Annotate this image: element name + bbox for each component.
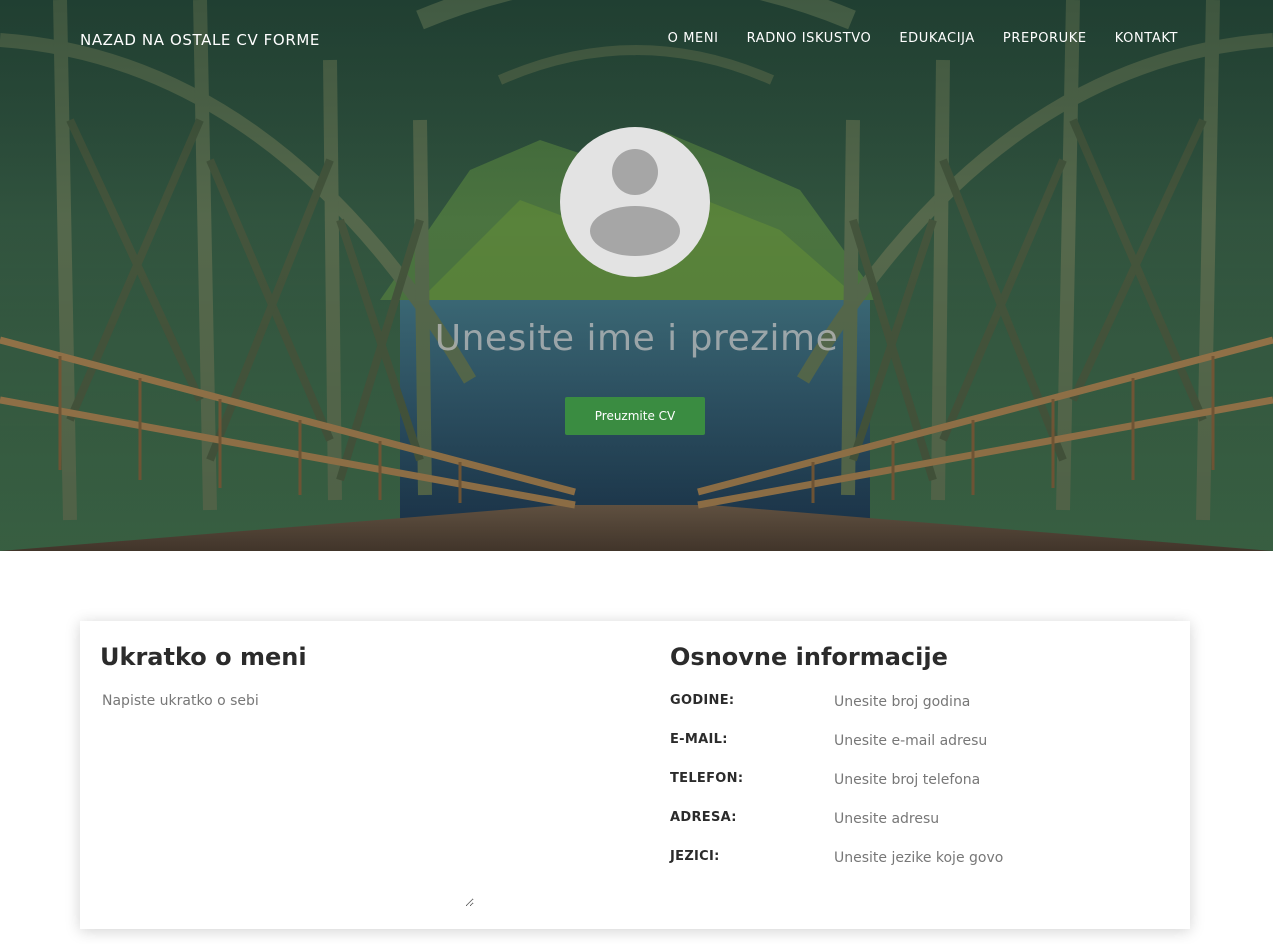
about-info-card: Ukratko o meni Osnovne informacije GODIN… bbox=[80, 621, 1190, 929]
nav-item-o-meni[interactable]: O MENI bbox=[668, 31, 719, 46]
email-input[interactable] bbox=[830, 730, 1008, 752]
hero-section: NAZAD NA OSTALE CV FORME O MENI RADNO IS… bbox=[0, 0, 1273, 551]
nav-item-radno-iskustvo[interactable]: RADNO ISKUSTVO bbox=[747, 31, 872, 46]
top-nav: O MENI RADNO ISKUSTVO EDUKACIJA PREPORUK… bbox=[668, 31, 1178, 46]
languages-input[interactable] bbox=[830, 847, 1008, 869]
nav-item-preporuke[interactable]: PREPORUKE bbox=[1003, 31, 1087, 46]
info-row-address: ADRESA: bbox=[670, 808, 1170, 832]
address-label: ADRESA: bbox=[670, 810, 737, 825]
info-row-email: E-MAIL: bbox=[670, 730, 1170, 754]
info-row-phone: TELEFON: bbox=[670, 769, 1170, 793]
about-textarea[interactable] bbox=[100, 691, 474, 907]
user-avatar-icon bbox=[590, 149, 680, 256]
email-label: E-MAIL: bbox=[670, 732, 728, 747]
languages-label: JEZICI: bbox=[670, 849, 720, 864]
about-title: Ukratko o meni bbox=[100, 643, 307, 671]
age-label: GODINE: bbox=[670, 693, 735, 708]
phone-label: TELEFON: bbox=[670, 771, 744, 786]
profile-avatar[interactable] bbox=[560, 127, 710, 277]
info-row-age: GODINE: bbox=[670, 691, 1170, 715]
age-input[interactable] bbox=[830, 691, 1008, 713]
address-input[interactable] bbox=[830, 808, 1008, 830]
info-title: Osnovne informacije bbox=[670, 643, 948, 671]
back-to-cv-forms-link[interactable]: NAZAD NA OSTALE CV FORME bbox=[80, 31, 320, 49]
info-row-languages: JEZICI: bbox=[670, 847, 1170, 871]
download-cv-button[interactable]: Preuzmite CV bbox=[565, 397, 705, 435]
nav-item-edukacija[interactable]: EDUKACIJA bbox=[899, 31, 975, 46]
full-name-field[interactable]: Unesite ime i prezime bbox=[0, 318, 1273, 359]
nav-item-kontakt[interactable]: KONTAKT bbox=[1115, 31, 1178, 46]
phone-input[interactable] bbox=[830, 769, 1008, 791]
